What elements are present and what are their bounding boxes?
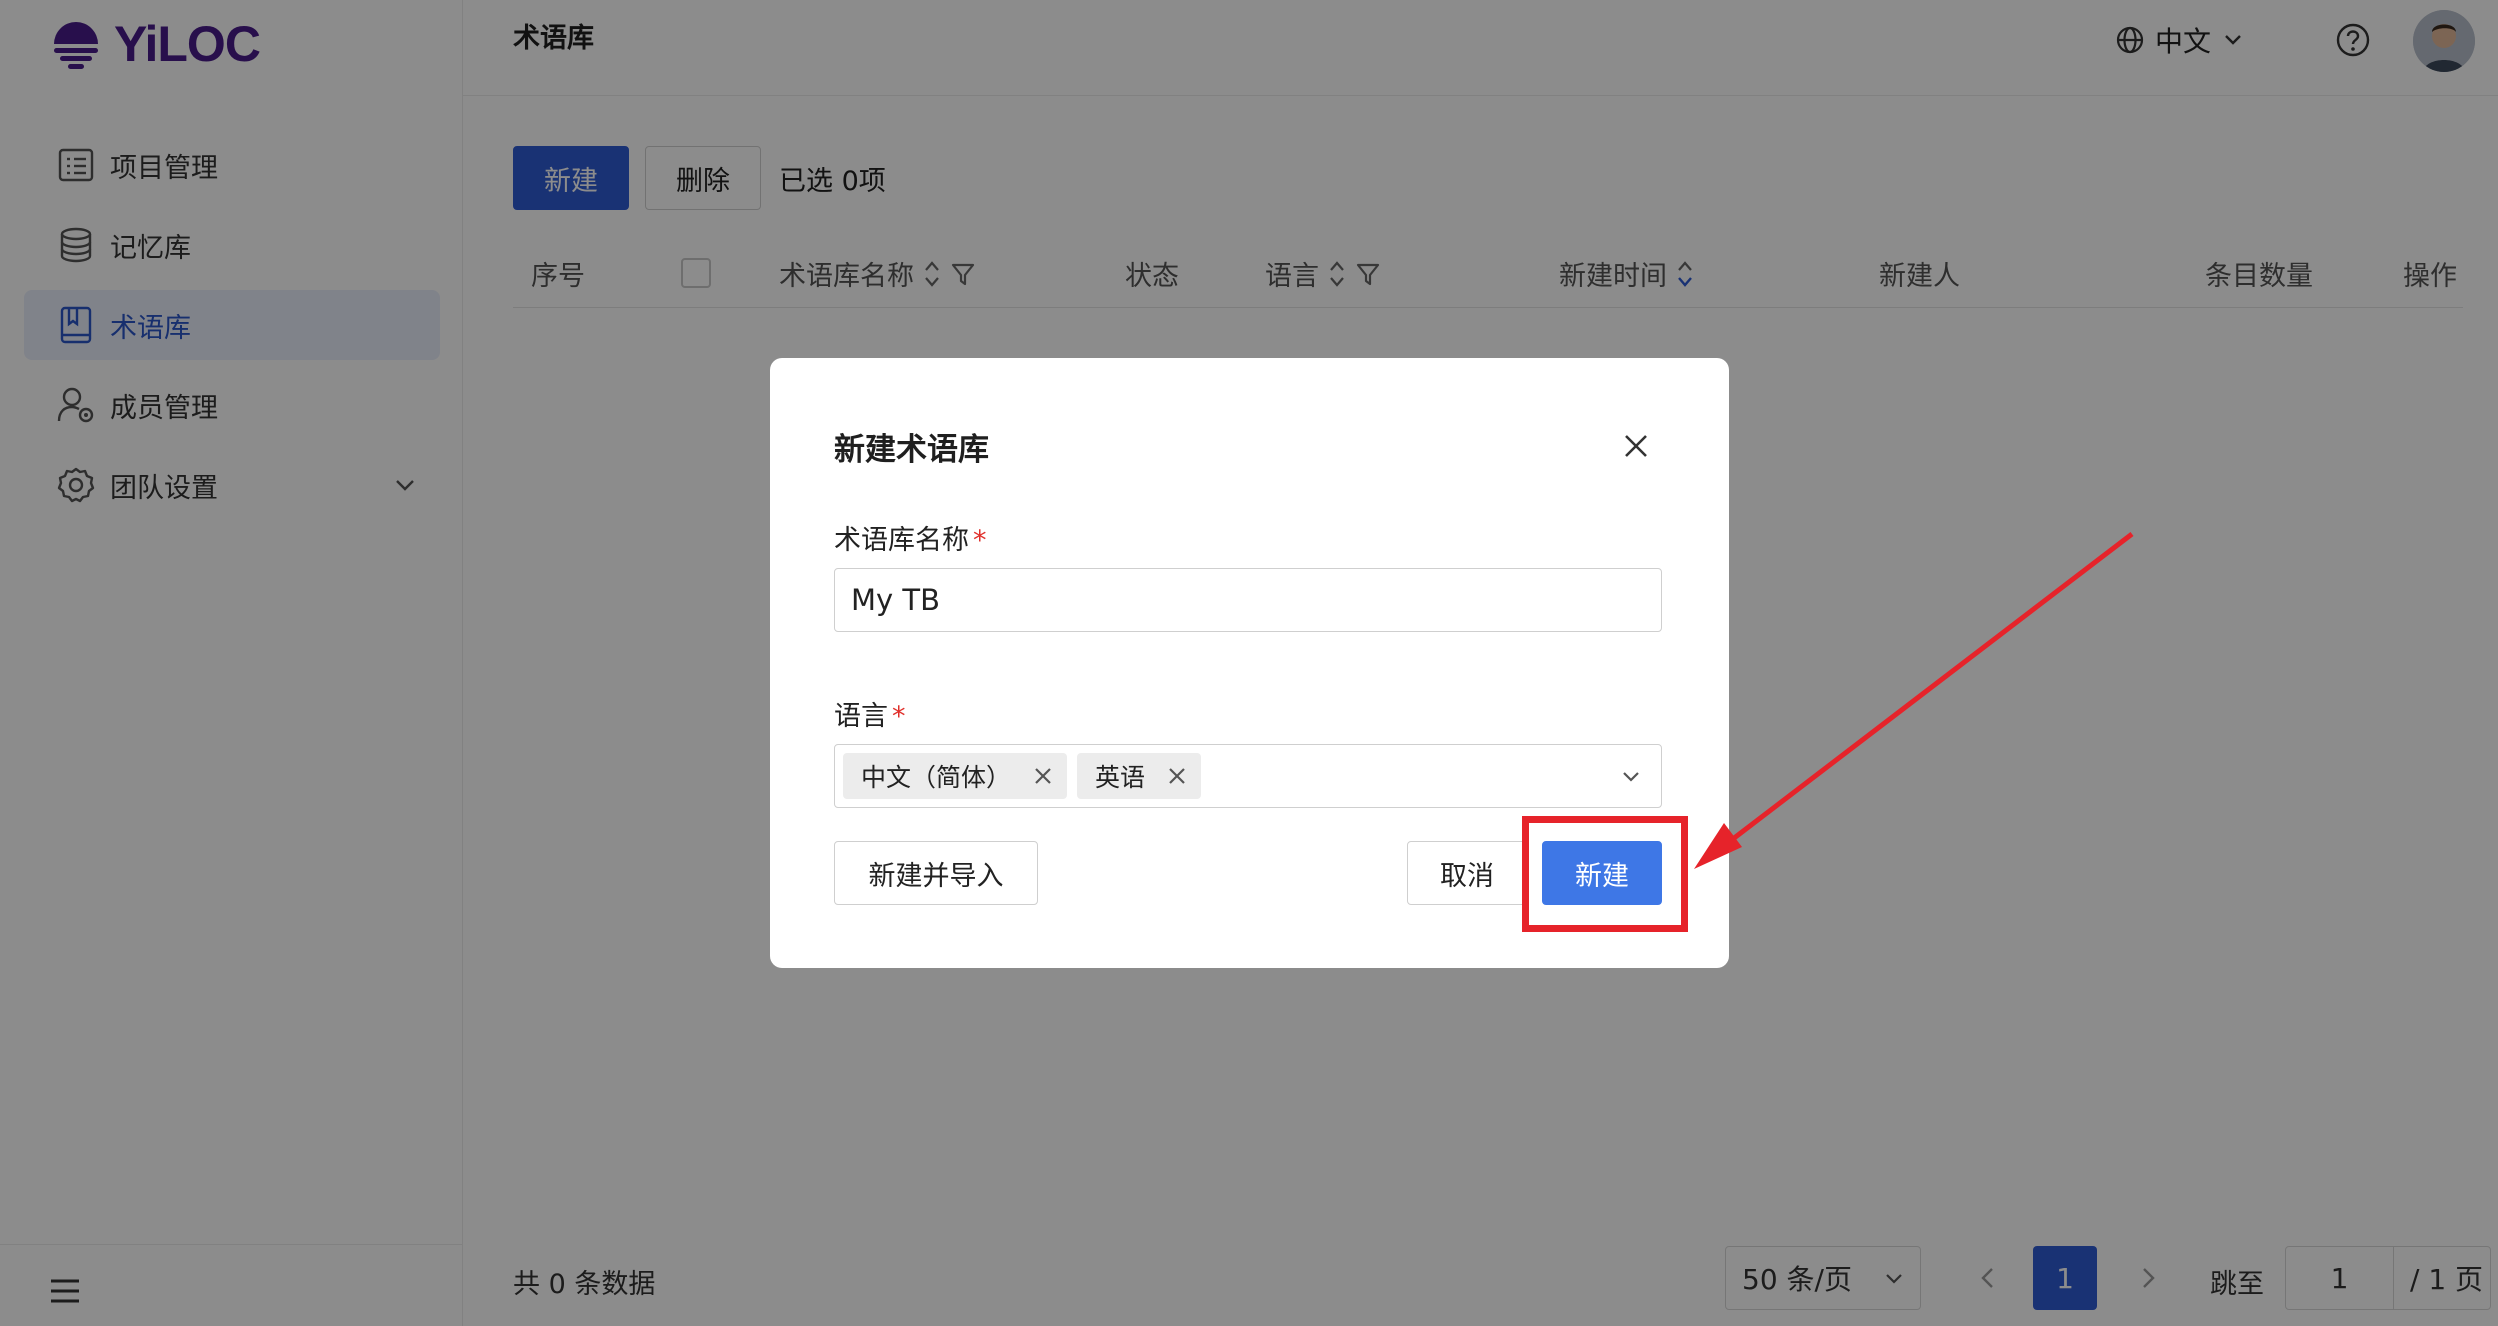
tag-label: 中文（简体） (861, 763, 1012, 792)
remove-tag-icon[interactable] (1033, 766, 1053, 786)
tag-label: 英语 (1095, 763, 1146, 792)
dialog-title: 新建术语库 (834, 432, 989, 468)
create-and-import-button[interactable]: 新建并导入 (834, 841, 1038, 905)
required-mark: * (892, 701, 906, 732)
cancel-button[interactable]: 取消 (1407, 841, 1527, 905)
annotation-highlight-box (1522, 816, 1688, 932)
language-tag: 英语 (1077, 753, 1202, 799)
language-tag: 中文（简体） (843, 753, 1068, 799)
chevron-down-icon[interactable] (1619, 765, 1643, 789)
name-field-label: 术语库名称 * (834, 518, 987, 557)
required-mark: * (973, 525, 987, 556)
close-icon[interactable] (1622, 432, 1650, 460)
label-text: 术语库名称 (834, 525, 969, 556)
language-multiselect[interactable]: 中文（简体） 英语 (834, 744, 1662, 808)
remove-tag-icon[interactable] (1167, 766, 1187, 786)
termbase-name-input[interactable] (834, 568, 1662, 632)
language-field-label: 语言 * (834, 694, 906, 733)
label-text: 语言 (834, 701, 888, 732)
